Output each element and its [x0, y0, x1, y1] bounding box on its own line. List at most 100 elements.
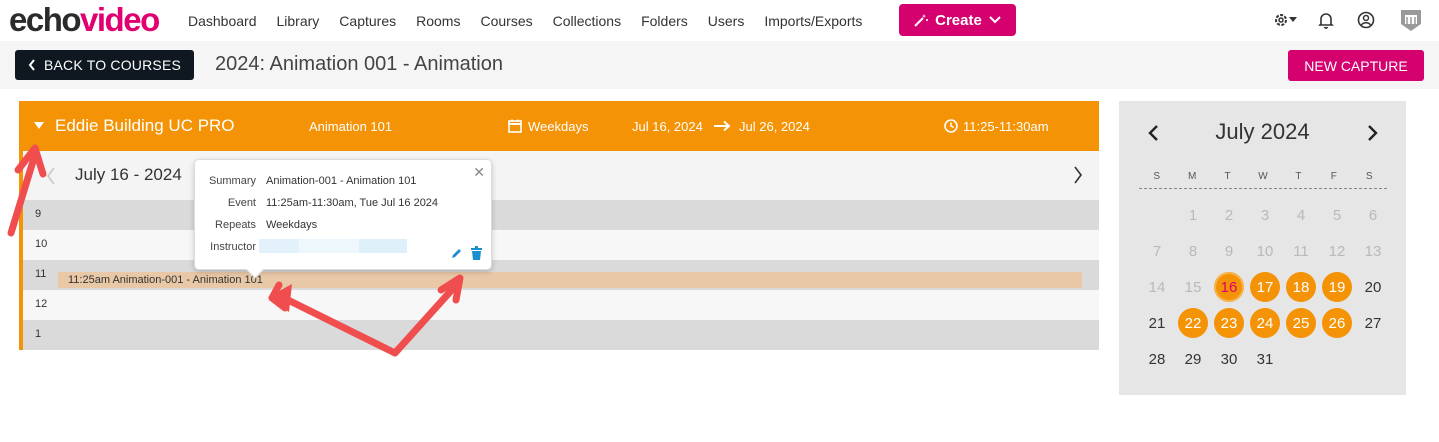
calendar-week-row: 21 22 23 24 25 26 27 — [1139, 305, 1391, 341]
calendar-day-number: 28 — [1148, 350, 1166, 368]
close-icon[interactable]: ✕ — [473, 164, 485, 181]
calendar-day[interactable]: 7 — [1139, 233, 1175, 269]
collapse-toggle[interactable] — [34, 101, 44, 151]
weekday-header: S M T W T F S — [1139, 171, 1387, 189]
schedule-header[interactable]: Eddie Building UC PRO Animation 101 Week… — [23, 101, 1099, 151]
hour-row[interactable]: 1 — [23, 320, 1099, 350]
time-info: 11:25-11:30am — [944, 101, 1049, 151]
calendar-day[interactable]: 30 — [1211, 341, 1247, 377]
calendar-day-number: 29 — [1184, 350, 1202, 368]
nav-rooms[interactable]: Rooms — [406, 13, 470, 29]
calendar-day-number: 11 — [1293, 242, 1309, 260]
back-to-courses-button[interactable]: BACK TO COURSES — [15, 50, 194, 80]
calendar-day[interactable]: 8 — [1175, 233, 1211, 269]
calendar-day-number: 4 — [1296, 206, 1306, 224]
calendar-day[interactable]: 24 — [1247, 305, 1283, 341]
trash-delete-icon[interactable] — [470, 246, 483, 261]
calendar-day-number: 13 — [1364, 242, 1382, 260]
echovideo-logo[interactable]: echovideo — [9, 2, 160, 38]
pencil-edit-icon[interactable] — [450, 247, 463, 260]
calendar-day[interactable]: 16 — [1211, 269, 1247, 305]
calendar-day[interactable]: 23 — [1211, 305, 1247, 341]
notifications-button[interactable] — [1316, 10, 1336, 30]
create-label: Create — [935, 11, 982, 29]
hour-row[interactable]: 10 — [23, 230, 1099, 260]
calendar-day[interactable]: 19 — [1319, 269, 1355, 305]
calendar-day-number: 31 — [1256, 350, 1274, 368]
calendar-day[interactable]: 1 — [1175, 197, 1211, 233]
popover-key: Summary — [208, 175, 256, 187]
calendar-day-number: 22 — [1178, 308, 1208, 338]
settings-menu[interactable] — [1270, 10, 1300, 30]
end-date: Jul 26, 2024 — [739, 118, 810, 134]
calendar-day[interactable]: 25 — [1283, 305, 1319, 341]
calendar-day-number: 10 — [1256, 242, 1274, 260]
nav-imports-exports[interactable]: Imports/Exports — [754, 13, 872, 29]
calendar-day[interactable]: 10 — [1247, 233, 1283, 269]
calendar-day[interactable]: 13 — [1355, 233, 1391, 269]
nav-captures[interactable]: Captures — [329, 13, 406, 29]
nav-library[interactable]: Library — [267, 13, 330, 29]
hour-row[interactable]: 12 — [23, 290, 1099, 320]
calendar-day[interactable]: 22 — [1175, 305, 1211, 341]
nav-courses[interactable]: Courses — [470, 13, 542, 29]
calendar-day-number: 8 — [1188, 242, 1198, 260]
institution-badge[interactable] — [1398, 6, 1424, 34]
calendar-day[interactable]: 20 — [1355, 269, 1391, 305]
calendar-icon — [508, 119, 522, 133]
calendar-day[interactable]: 26 — [1319, 305, 1355, 341]
calendar-day-number: 25 — [1286, 308, 1316, 338]
chevron-right-icon[interactable] — [1367, 124, 1379, 142]
calendar-day[interactable]: 6 — [1355, 197, 1391, 233]
calendar-day-number: 27 — [1364, 314, 1382, 332]
day-navigation: July 16 - 2024 — [23, 151, 1099, 200]
calendar-day[interactable]: 2 — [1211, 197, 1247, 233]
weekday-label: W — [1258, 171, 1268, 182]
calendar-day[interactable]: 3 — [1247, 197, 1283, 233]
gear-icon — [1275, 14, 1287, 26]
clock-icon — [944, 119, 958, 133]
calendar-day-number: 6 — [1368, 206, 1378, 224]
calendar-day[interactable]: 21 — [1139, 305, 1175, 341]
calendar-day[interactable]: 4 — [1283, 197, 1319, 233]
weekday-label: F — [1330, 171, 1337, 182]
calendar-day[interactable]: 9 — [1211, 233, 1247, 269]
nav-folders[interactable]: Folders — [631, 13, 698, 29]
calendar-day[interactable]: 28 — [1139, 341, 1175, 377]
calendar-day[interactable]: 15 — [1175, 269, 1211, 305]
scheduled-event-bar[interactable]: 11:25am Animation-001 - Animation 101 — [58, 272, 1082, 288]
calendar-day[interactable]: 27 — [1355, 305, 1391, 341]
weekday-label: T — [1295, 171, 1302, 182]
calendar-day[interactable]: 11 — [1283, 233, 1319, 269]
calendar-day[interactable]: 12 — [1319, 233, 1355, 269]
redacted-instructor — [359, 239, 407, 253]
calendar-day[interactable]: 5 — [1319, 197, 1355, 233]
calendar-day-number: 14 — [1148, 278, 1166, 296]
calendar-day[interactable]: 17 — [1247, 269, 1283, 305]
calendar-day[interactable]: 14 — [1139, 269, 1175, 305]
chevron-right-icon[interactable] — [1073, 166, 1083, 184]
course-header-bar: BACK TO COURSES 2024: Animation 001 - An… — [0, 41, 1439, 89]
calendar-day-number: 16 — [1214, 272, 1244, 302]
new-capture-button[interactable]: NEW CAPTURE — [1288, 50, 1424, 81]
calendar-day[interactable]: 31 — [1247, 341, 1283, 377]
account-button[interactable] — [1356, 10, 1376, 30]
popover-summary-row: Summary Animation-001 - Animation 101 — [195, 175, 417, 187]
chevron-left-icon — [28, 59, 35, 71]
nav-collections[interactable]: Collections — [543, 13, 631, 29]
nav-users[interactable]: Users — [698, 13, 755, 29]
calendar-day[interactable]: 18 — [1283, 269, 1319, 305]
calendar-day[interactable]: 29 — [1175, 341, 1211, 377]
popover-value: Weekdays — [266, 219, 318, 231]
nav-dashboard[interactable]: Dashboard — [178, 13, 267, 29]
calendar-day-number: 12 — [1328, 242, 1346, 260]
redacted-instructor — [299, 239, 359, 253]
create-button[interactable]: Create — [899, 4, 1016, 36]
calendar-day-number: 20 — [1364, 278, 1382, 296]
top-nav: echovideo Dashboard Library Captures Roo… — [0, 0, 1439, 41]
calendar-day-number: 19 — [1322, 272, 1352, 302]
calendar-day-number: 3 — [1260, 206, 1270, 224]
page-title: 2024: Animation 001 - Animation — [215, 53, 503, 75]
chevron-left-icon[interactable] — [46, 167, 56, 185]
hour-row[interactable]: 9 — [23, 200, 1099, 230]
